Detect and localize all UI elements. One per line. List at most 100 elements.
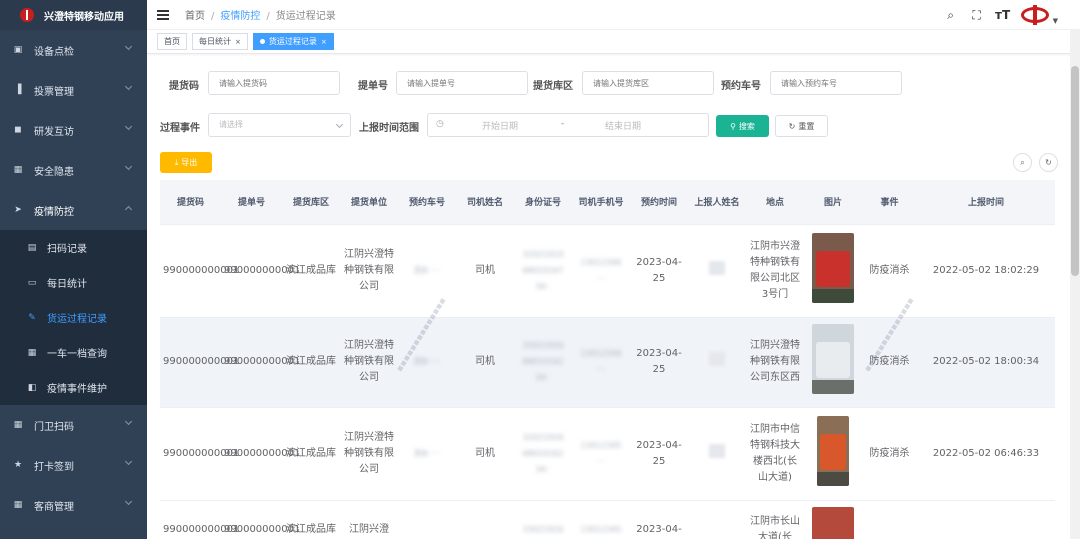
tag-label: 每日统计 [199, 37, 231, 46]
breadcrumb-parent[interactable]: 疫情防控 [220, 11, 260, 22]
plate-input[interactable] [770, 71, 902, 95]
sidebar-subitem-scan-records[interactable]: ▤ 扫码记录 [0, 230, 147, 265]
end-date-input[interactable]: 结束日期 [605, 119, 641, 132]
font-size-icon[interactable]: тT [995, 8, 1011, 22]
table-row[interactable]: 990000000001 990000000001 滨江成品库 江阴兴澄特种钢铁… [160, 407, 1055, 501]
sidebar-item-gate-scan[interactable]: ▦ 门卫扫码 [0, 405, 147, 445]
cell-warehouse: 滨江成品库 [282, 317, 340, 408]
warehouse-input[interactable] [582, 71, 714, 95]
sidebar-subitem-label: 一车一档查询 [47, 349, 107, 360]
sidebar-item-epidemic[interactable]: ➤ 疫情防控 [0, 190, 147, 230]
redacted-text: 33021916 [522, 525, 564, 534]
bill-no-input[interactable] [396, 71, 528, 95]
cell-warehouse: 滨江成品库 [282, 407, 340, 501]
redacted-block [709, 443, 725, 458]
chevron-down-icon [124, 457, 133, 466]
sidebar-subitem-freight-records[interactable]: ✎ 货运过程记录 [0, 300, 147, 335]
cell-bill-no: 990000000001 [221, 317, 300, 408]
range-separator: - [561, 119, 565, 129]
send-icon: ➤ [14, 205, 22, 215]
active-dot-icon [259, 39, 265, 44]
tag-home[interactable]: 首页 [157, 33, 187, 50]
event-label: 过程事件 [160, 123, 200, 134]
navbar: 首页 / 疫情防控 / 货运过程记录 ⌕ ⛶ тT ▼ [147, 0, 1080, 30]
sidebar-item-check-in[interactable]: ★ 打卡签到 [0, 445, 147, 485]
event-select[interactable]: 请选择 [208, 113, 351, 137]
hamburger-icon[interactable] [157, 9, 169, 20]
chevron-down-icon [124, 417, 133, 426]
cell-unit: 江阴兴澄特种钢铁有限公司 [340, 317, 398, 408]
scrollbar-thumb[interactable] [1071, 66, 1079, 276]
export-button[interactable]: ⤓ 导出 [160, 152, 212, 173]
redacted-text: 苏B····· [413, 265, 441, 275]
cell-phone: 13012345 ···· [572, 407, 630, 501]
sidebar-subitem-event-maintenance[interactable]: ◧ 疫情事件维护 [0, 370, 147, 405]
truck-photo[interactable] [812, 324, 854, 394]
truck-photo[interactable] [817, 415, 849, 486]
cell-report-time: 2022-05-02 06:46:33 [917, 407, 1055, 501]
toggle-search-button[interactable]: ⌕ [1013, 153, 1032, 172]
cell-id-no: 32021916 68010162 34·· [514, 407, 572, 501]
sidebar-item-label: 安全隐患 [34, 166, 74, 178]
close-icon[interactable]: × [321, 38, 327, 46]
cell-phone: 13012346 ···· [572, 317, 630, 408]
search-icon: ⌕ [1020, 157, 1025, 167]
cell-bill-no: 990000000001 [221, 407, 300, 501]
cell-image [804, 317, 862, 408]
truck-photo[interactable] [812, 232, 854, 303]
column-header: 提单号 [221, 180, 282, 225]
refresh-button[interactable]: ↻ [1039, 153, 1058, 172]
cell-warehouse: 滨江成品库 [282, 224, 340, 318]
bar-chart-icon: ▐ [14, 85, 22, 95]
sidebar-subitem-daily-stats[interactable]: ▭ 每日统计 [0, 265, 147, 300]
truck-photo[interactable] [812, 507, 854, 539]
tag-daily-stats[interactable]: 每日统计 × [192, 33, 248, 50]
cell-image [804, 500, 862, 539]
refresh-icon: ↻ [788, 121, 796, 131]
cell-report-time: 2022-05-02 18:02:29 [917, 224, 1055, 318]
column-header: 上报人姓名 [688, 180, 746, 225]
tags-view: 首页 每日统计 × 货运过程记录 × [147, 30, 1080, 54]
folder-icon: ◼ [14, 125, 22, 135]
pickup-code-input[interactable] [208, 71, 340, 95]
cell-id-no: 33021916 68010162 34·· [514, 317, 572, 408]
sidebar-item-rd-visit[interactable]: ◼ 研发互访 [0, 110, 147, 150]
redacted-text: 32021916 68010162 34·· [522, 432, 564, 474]
cell-plate: 苏B····· [398, 407, 456, 501]
tag-freight-records[interactable]: 货运过程记录 × [252, 33, 334, 50]
table-row[interactable]: 990000000001 990000000001 滨江成品库 江阴兴澄特种钢铁… [160, 224, 1055, 318]
time-range-picker[interactable]: ◷ 开始日期 - 结束日期 [427, 113, 709, 137]
sidebar-item-merchant[interactable]: ▦ 客商管理 [0, 485, 147, 525]
warehouse-label: 提货库区 [533, 81, 573, 92]
cell-report-time: 2022-05-02 18:00:34 [917, 317, 1055, 408]
start-date-input[interactable]: 开始日期 [482, 119, 518, 132]
app-logo[interactable]: 兴澄特钢移动应用 [0, 0, 147, 30]
breadcrumb-home[interactable]: 首页 [185, 11, 205, 22]
fullscreen-icon[interactable]: ⛶ [969, 8, 985, 23]
redacted-text: 13012345 ···· [580, 440, 622, 466]
user-avatar[interactable] [1020, 5, 1049, 25]
chevron-down-icon [124, 497, 133, 506]
reset-button[interactable]: ↻ 重置 [775, 115, 828, 137]
column-header: 司机手机号 [572, 180, 630, 225]
search-icon[interactable]: ⌕ [943, 8, 959, 23]
chevron-down-icon [124, 162, 133, 171]
table-row[interactable]: 990000000001 990000000001 滨江成品库 江阴兴澄 330… [160, 500, 1055, 539]
redacted-text: 13012346 ···· [580, 257, 622, 283]
table-row[interactable]: 990000000001 990000000001 滨江成品库 江阴兴澄特种钢铁… [160, 317, 1055, 408]
search-button[interactable]: ⚲ 搜索 [716, 115, 769, 137]
sidebar-item-device-check[interactable]: ▣ 设备点检 [0, 30, 147, 70]
caret-down-icon[interactable]: ▼ [1053, 17, 1058, 25]
sidebar: 兴澄特钢移动应用 ▣ 设备点检 ▐ 投票管理 ◼ 研发互访 ▦ 安全隐患 ➤ 疫… [0, 0, 147, 539]
cell-pickup-code: 990000000001 [160, 500, 239, 539]
sidebar-subitem-vehicle-file[interactable]: ▦ 一车一档查询 [0, 335, 147, 370]
sidebar-item-vote[interactable]: ▐ 投票管理 [0, 70, 147, 110]
search-icon: ⚲ [730, 121, 736, 131]
cell-unit: 江阴兴澄 [340, 500, 398, 539]
close-icon[interactable]: × [235, 38, 241, 46]
sidebar-item-safety[interactable]: ▦ 安全隐患 [0, 150, 147, 190]
sidebar-item-label: 设备点检 [34, 46, 74, 58]
cell-phone: 13012345 [572, 500, 630, 539]
cell-appt-time: 2023-04-25 [630, 317, 688, 408]
vertical-scrollbar[interactable] [1070, 30, 1080, 539]
